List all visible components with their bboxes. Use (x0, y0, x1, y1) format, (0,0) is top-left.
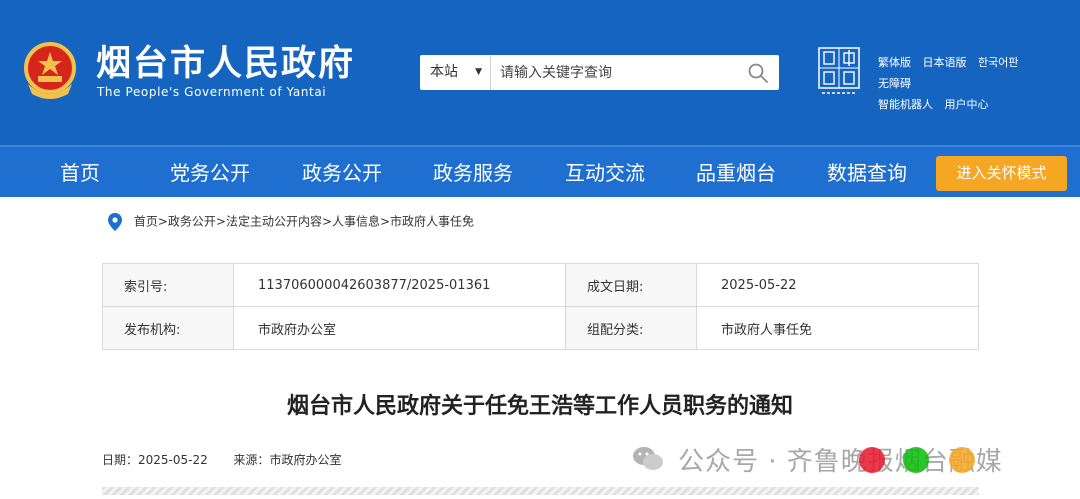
written-date-label: 成文日期: (565, 263, 697, 307)
publish-date: 2025-05-22 (138, 453, 208, 467)
location-pin-icon (108, 212, 122, 231)
care-mode-button[interactable]: 进入关怀模式 (936, 156, 1067, 191)
search-scope-label: 本站 (430, 64, 458, 80)
publish-source: 市政府办公室 (269, 453, 342, 467)
national-emblem-icon (24, 42, 76, 99)
caret-down-icon: ▼ (475, 67, 482, 77)
document-title: 烟台市人民政府关于任免王浩等工作人员职务的通知 (286, 394, 793, 419)
date-label: 日期： (102, 453, 139, 467)
search-input[interactable] (492, 55, 737, 90)
category-label: 组配分类: (565, 306, 697, 350)
nav-item-yantai[interactable]: 品重烟台 (696, 147, 776, 199)
wechat-share-icon (903, 447, 929, 473)
nav-item-party-affairs[interactable]: 党务公开 (170, 147, 250, 199)
nav-item-home[interactable]: 首页 (60, 147, 100, 199)
link-japanese[interactable]: 日本语版 (923, 56, 967, 69)
index-number-label: 索引号: (102, 263, 234, 307)
search-scope-select[interactable]: 本站 ▼ (420, 55, 491, 90)
top-links: 繁体版 日本语版 한국어판 无障碍 智能机器人 用户中心 (878, 52, 1068, 115)
nav-item-interaction[interactable]: 互动交流 (565, 147, 645, 199)
site-subtitle: The People's Government of Yantai (97, 85, 327, 99)
category-value: 市政府人事任免 (696, 306, 979, 350)
link-user-center[interactable]: 用户中心 (945, 98, 989, 111)
share-icons (859, 447, 975, 473)
breadcrumb: 首页>政务公开>法定主动公开内容>人事信息>市政府人事任免 (108, 212, 474, 231)
publisher-label: 发布机构: (102, 306, 234, 350)
site-title: 烟台市人民政府 (96, 44, 356, 84)
content-divider (102, 487, 979, 495)
nav-item-data-query[interactable]: 数据查询 (827, 147, 907, 199)
source-label: 来源： (233, 453, 270, 467)
main-nav: 首页 党务公开 政务公开 政务服务 互动交流 品重烟台 数据查询 进入关怀模式 (0, 145, 1080, 197)
index-number-value: 113706000042603877/2025-01361 (233, 263, 566, 307)
nav-item-government-services[interactable]: 政务服务 (433, 147, 513, 199)
link-smart-robot[interactable]: 智能机器人 (878, 98, 933, 111)
weibo-share-icon (859, 447, 885, 473)
link-traditional[interactable]: 繁体版 (878, 56, 911, 69)
document-meta-table: 索引号: 113706000042603877/2025-01361 成文日期:… (102, 263, 979, 350)
table-row: 索引号: 113706000042603877/2025-01361 成文日期:… (102, 263, 979, 307)
search-bar: 本站 ▼ (420, 55, 779, 90)
search-icon[interactable] (747, 62, 769, 84)
link-accessibility[interactable]: 无障碍 (878, 77, 911, 90)
publish-info: 日期：2025-05-22 来源：市政府办公室 (102, 451, 341, 468)
site-header: 烟台市人民政府 The People's Government of Yanta… (0, 0, 1080, 145)
breadcrumb-trail[interactable]: 首页>政务公开>法定主动公开内容>人事信息>市政府人事任免 (134, 215, 474, 229)
written-date-value: 2025-05-22 (696, 263, 979, 307)
publisher-value: 市政府办公室 (233, 306, 566, 350)
link-korean[interactable]: 한국어판 (978, 56, 1018, 69)
nav-item-government-affairs[interactable]: 政务公开 (302, 147, 382, 199)
table-row: 发布机构: 市政府办公室 组配分类: 市政府人事任免 (102, 306, 979, 350)
moments-share-icon (949, 447, 975, 473)
wechat-icon (633, 447, 663, 470)
yantai-china-badge-logo (818, 47, 860, 94)
